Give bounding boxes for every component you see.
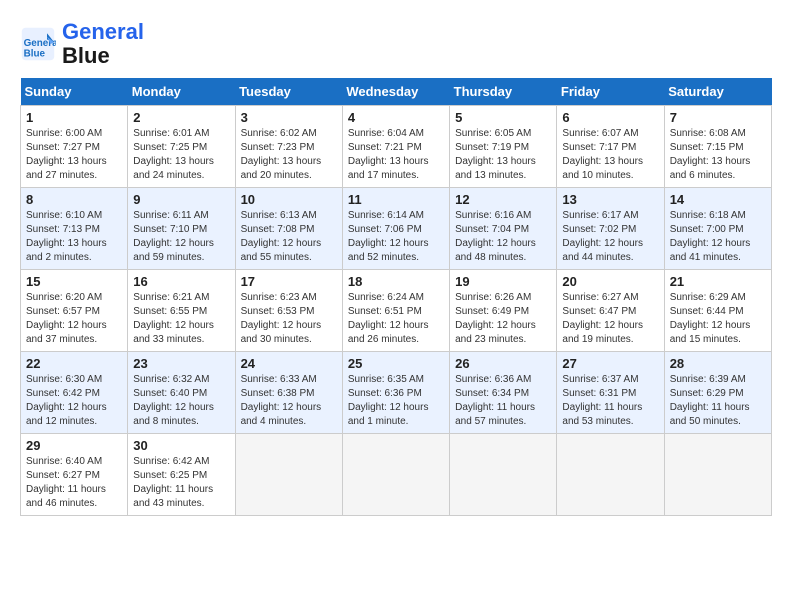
calendar-cell: 14 Sunrise: 6:18 AMSunset: 7:00 PMDaylig… <box>664 188 771 270</box>
calendar-cell: 28 Sunrise: 6:39 AMSunset: 6:29 PMDaylig… <box>664 352 771 434</box>
weekday-header-tuesday: Tuesday <box>235 78 342 106</box>
calendar-cell: 26 Sunrise: 6:36 AMSunset: 6:34 PMDaylig… <box>450 352 557 434</box>
calendar-cell: 16 Sunrise: 6:21 AMSunset: 6:55 PMDaylig… <box>128 270 235 352</box>
calendar-cell: 27 Sunrise: 6:37 AMSunset: 6:31 PMDaylig… <box>557 352 664 434</box>
calendar-cell: 17 Sunrise: 6:23 AMSunset: 6:53 PMDaylig… <box>235 270 342 352</box>
weekday-header-thursday: Thursday <box>450 78 557 106</box>
calendar-cell: 9 Sunrise: 6:11 AMSunset: 7:10 PMDayligh… <box>128 188 235 270</box>
weekday-header-monday: Monday <box>128 78 235 106</box>
calendar-cell: 12 Sunrise: 6:16 AMSunset: 7:04 PMDaylig… <box>450 188 557 270</box>
svg-text:Blue: Blue <box>24 49 46 60</box>
calendar-cell: 7 Sunrise: 6:08 AMSunset: 7:15 PMDayligh… <box>664 106 771 188</box>
logo-text: GeneralBlue <box>62 20 144 68</box>
calendar-table: SundayMondayTuesdayWednesdayThursdayFrid… <box>20 78 772 516</box>
calendar-cell: 25 Sunrise: 6:35 AMSunset: 6:36 PMDaylig… <box>342 352 449 434</box>
calendar-cell <box>664 434 771 516</box>
calendar-cell: 22 Sunrise: 6:30 AMSunset: 6:42 PMDaylig… <box>21 352 128 434</box>
calendar-week-3: 15 Sunrise: 6:20 AMSunset: 6:57 PMDaylig… <box>21 270 772 352</box>
calendar-cell: 15 Sunrise: 6:20 AMSunset: 6:57 PMDaylig… <box>21 270 128 352</box>
calendar-cell <box>450 434 557 516</box>
calendar-cell: 19 Sunrise: 6:26 AMSunset: 6:49 PMDaylig… <box>450 270 557 352</box>
calendar-cell: 20 Sunrise: 6:27 AMSunset: 6:47 PMDaylig… <box>557 270 664 352</box>
calendar-cell: 21 Sunrise: 6:29 AMSunset: 6:44 PMDaylig… <box>664 270 771 352</box>
calendar-cell: 24 Sunrise: 6:33 AMSunset: 6:38 PMDaylig… <box>235 352 342 434</box>
calendar-week-4: 22 Sunrise: 6:30 AMSunset: 6:42 PMDaylig… <box>21 352 772 434</box>
calendar-cell: 30 Sunrise: 6:42 AMSunset: 6:25 PMDaylig… <box>128 434 235 516</box>
calendar-cell: 2 Sunrise: 6:01 AMSunset: 7:25 PMDayligh… <box>128 106 235 188</box>
calendar-cell: 13 Sunrise: 6:17 AMSunset: 7:02 PMDaylig… <box>557 188 664 270</box>
calendar-cell: 3 Sunrise: 6:02 AMSunset: 7:23 PMDayligh… <box>235 106 342 188</box>
weekday-header-friday: Friday <box>557 78 664 106</box>
calendar-cell: 18 Sunrise: 6:24 AMSunset: 6:51 PMDaylig… <box>342 270 449 352</box>
calendar-cell: 6 Sunrise: 6:07 AMSunset: 7:17 PMDayligh… <box>557 106 664 188</box>
weekday-header-sunday: Sunday <box>21 78 128 106</box>
calendar-week-2: 8 Sunrise: 6:10 AMSunset: 7:13 PMDayligh… <box>21 188 772 270</box>
calendar-week-5: 29 Sunrise: 6:40 AMSunset: 6:27 PMDaylig… <box>21 434 772 516</box>
calendar-cell <box>557 434 664 516</box>
calendar-cell: 4 Sunrise: 6:04 AMSunset: 7:21 PMDayligh… <box>342 106 449 188</box>
weekday-header-saturday: Saturday <box>664 78 771 106</box>
page-header: General Blue GeneralBlue <box>20 20 772 68</box>
calendar-cell <box>342 434 449 516</box>
weekday-header-row: SundayMondayTuesdayWednesdayThursdayFrid… <box>21 78 772 106</box>
logo-icon: General Blue <box>20 26 56 62</box>
logo: General Blue GeneralBlue <box>20 20 144 68</box>
weekday-header-wednesday: Wednesday <box>342 78 449 106</box>
calendar-cell: 8 Sunrise: 6:10 AMSunset: 7:13 PMDayligh… <box>21 188 128 270</box>
calendar-cell <box>235 434 342 516</box>
calendar-cell: 29 Sunrise: 6:40 AMSunset: 6:27 PMDaylig… <box>21 434 128 516</box>
calendar-cell: 1 Sunrise: 6:00 AMSunset: 7:27 PMDayligh… <box>21 106 128 188</box>
calendar-cell: 23 Sunrise: 6:32 AMSunset: 6:40 PMDaylig… <box>128 352 235 434</box>
calendar-cell: 10 Sunrise: 6:13 AMSunset: 7:08 PMDaylig… <box>235 188 342 270</box>
calendar-week-1: 1 Sunrise: 6:00 AMSunset: 7:27 PMDayligh… <box>21 106 772 188</box>
calendar-cell: 11 Sunrise: 6:14 AMSunset: 7:06 PMDaylig… <box>342 188 449 270</box>
calendar-cell: 5 Sunrise: 6:05 AMSunset: 7:19 PMDayligh… <box>450 106 557 188</box>
